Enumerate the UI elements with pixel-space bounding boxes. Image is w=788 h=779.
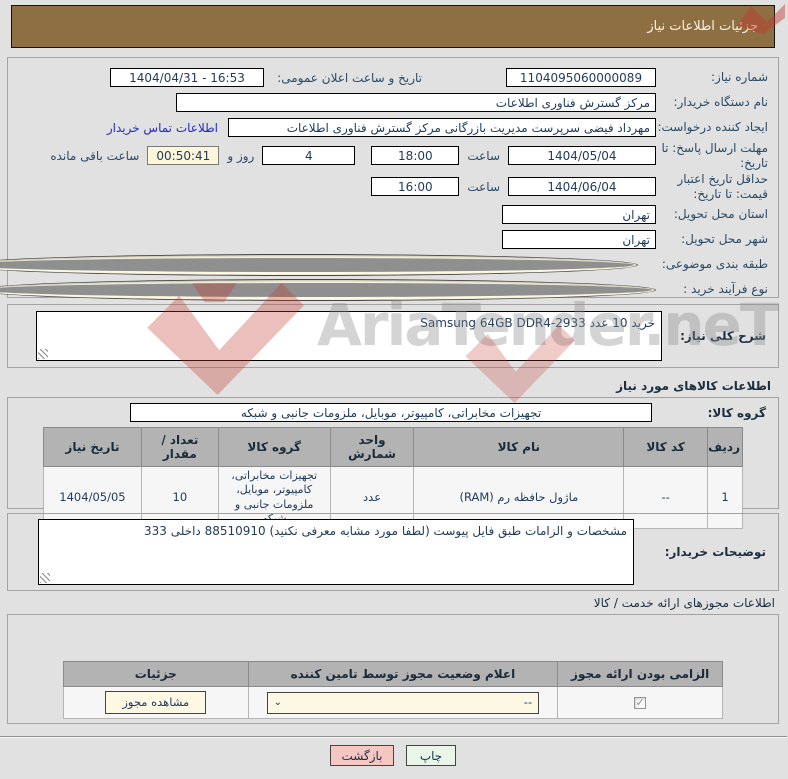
col-goods-name: نام کالا [414,427,626,467]
col-quantity: تعداد / مقدار [141,427,220,467]
goods-group-row: گروه کالا: تجهیزات مخابراتی، کامپیوتر، م… [9,403,779,422]
days-and-label: روز و [228,148,256,163]
buyer-org-row: نام دستگاه خریدار: مرکز گسترش فناوری اطل… [15,90,769,115]
col-unit: واحد شمارش [330,427,416,467]
creator-label: ایجاد کننده درخواست: [658,120,769,134]
goods-group-label: گروه کالا: [708,405,767,420]
creator-field[interactable]: مهرداد فیضی سرپرست مدیریت بازرگانی مرکز … [229,118,657,137]
classification-row: طبقه بندی موضوعی: کالا خدمت کالا/خدمت [0,252,769,277]
radio-goods[interactable] [0,253,639,276]
description-textarea[interactable]: خرید 10 عدد Samsung 64GB DDR4-2933 [37,311,663,361]
buyer-notes-textarea[interactable]: مشخصات و الزامات طبق فایل پیوست (لطفا مو… [39,519,635,585]
cell-permit-status: ⌄ -- [248,686,560,719]
response-deadline-row: مهلت ارسال پاسخ: تا تاریخ: 1404/05/04 سا… [15,140,769,171]
goods-section-heading: اطلاعات کالاهای مورد نیاز [617,379,772,393]
buyer-contact-link[interactable]: اطلاعات تماس خریدار [108,121,219,135]
permit-status-value: -- [524,695,534,710]
response-deadline-label: مهلت ارسال پاسخ: تا تاریخ: [662,140,769,170]
price-validity-label: حداقل تاریخ اعتبار قیمت: تا تاریخ: [678,171,769,201]
deadline-date-field[interactable]: 1404/05/04 [509,146,657,165]
page-title: جزئیات اطلاعات نیاز [648,19,759,34]
province-field[interactable]: تهران [503,205,657,224]
need-details-section: شماره نیاز: 1104095060000089 تاریخ و ساع… [0,57,780,301]
col-permit-mandatory: الزامی بودن ارائه مجوز [558,661,724,687]
col-goods-group: گروه کالا [218,427,332,467]
goods-group-field[interactable]: تجهیزات مخابراتی، کامپیوتر، موبایل، ملزو… [131,403,653,422]
buyer-notes-section: توضیحات خریدار: مشخصات و الزامات طبق فای… [8,513,780,591]
need-number-label: شماره نیاز: [712,70,769,84]
province-row: استان محل تحویل: تهران [15,202,769,227]
permits-table-row: ✓ ⌄ -- مشاهده مجوز [64,686,724,719]
deadline-time-field[interactable]: 18:00 [372,146,461,165]
announce-datetime-label: تاریخ و ساعت اعلان عمومی: [278,70,423,85]
creator-row: ایجاد کننده درخواست: مهرداد فیضی سرپرست … [15,115,769,140]
buyer-notes-text: مشخصات و الزامات طبق فایل پیوست (لطفا مو… [144,524,628,538]
validity-hour-label: ساعت [468,179,501,194]
footer-buttons: چاپ بازگشت [0,745,788,766]
process-type-label: نوع فرآیند خرید : [684,282,769,296]
buyer-notes-label: توضیحات خریدار: [665,545,767,559]
goods-table-header-row: ردیف کد کالا نام کالا واحد شمارش گروه کا… [44,427,744,467]
process-type-row: نوع فرآیند خرید : جزیی متوسط پرداخت تمام… [0,277,769,302]
price-validity-row: حداقل تاریخ اعتبار قیمت: تا تاریخ: 1404/… [15,171,769,202]
permit-status-select[interactable]: ⌄ -- [267,691,541,714]
resize-grip-icon[interactable] [39,349,49,359]
permit-mandatory-checkbox[interactable]: ✓ [635,696,648,710]
city-row: شهر محل تحویل: تهران [15,227,769,252]
province-label: استان محل تحویل: [674,207,769,221]
validity-date-field[interactable]: 1404/06/04 [509,177,657,196]
page-title-bar: جزئیات اطلاعات نیاز [12,5,776,48]
city-label: شهر محل تحویل: [682,232,769,246]
countdown-timer: 00:50:41 [148,146,221,165]
permits-table-header-row: الزامی بودن ارائه مجوز اعلام وضعیت مجوز … [64,661,724,687]
need-details-page: { "colors": { "header_brown": "#8e6f41",… [0,0,788,779]
permits-table: الزامی بودن ارائه مجوز اعلام وضعیت مجوز … [64,661,724,719]
description-label: شرح کلی نیاز: [681,329,767,343]
resize-grip-icon[interactable] [41,573,51,583]
remaining-days-field[interactable]: 4 [263,146,357,165]
back-button[interactable]: بازگشت [331,745,395,766]
print-button[interactable]: چاپ [407,745,457,766]
chevron-down-icon: ⌄ [274,697,284,708]
col-permit-details: جزئیات [64,661,250,687]
col-need-date: تاریخ نیاز [44,427,143,467]
validity-time-field[interactable]: 16:00 [372,177,461,196]
col-row-number: ردیف [708,427,744,467]
view-permit-button[interactable]: مشاهده مجوز [106,691,208,714]
permits-section: الزامی بودن ارائه مجوز اعلام وضعیت مجوز … [8,614,780,724]
footer-divider [0,736,788,738]
description-text: خرید 10 عدد Samsung 64GB DDR4-2933 [421,316,656,330]
city-field[interactable]: تهران [503,230,657,249]
buyer-org-label: نام دستگاه خریدار: [674,95,770,109]
need-number-row: شماره نیاز: 1104095060000089 تاریخ و ساع… [15,65,769,90]
announce-datetime-field[interactable]: 1404/04/31 - 16:53 [111,68,265,87]
cell-permit-details: مشاهده مجوز [64,686,250,719]
need-number-field[interactable]: 1104095060000089 [507,68,657,87]
col-goods-code: کد کالا [624,427,710,467]
cell-permit-mandatory: ✓ [558,686,724,719]
buyer-org-field[interactable]: مرکز گسترش فناوری اطلاعات [177,93,657,112]
deadline-hour-label: ساعت [468,148,501,163]
col-permit-status: اعلام وضعیت مجوز توسط تامین کننده [248,661,560,687]
goods-section: گروه کالا: تجهیزات مخابراتی، کامپیوتر، م… [8,397,780,530]
classification-label: طبقه بندی موضوعی: [662,257,769,271]
hours-remaining-label: ساعت باقی مانده [51,148,141,163]
radio-minor[interactable] [0,278,657,301]
description-section: شرح کلی نیاز: خرید 10 عدد Samsung 64GB D… [8,304,780,368]
permits-section-heading: اطلاعات مجوزهای ارائه خدمت / کالا [594,596,776,610]
